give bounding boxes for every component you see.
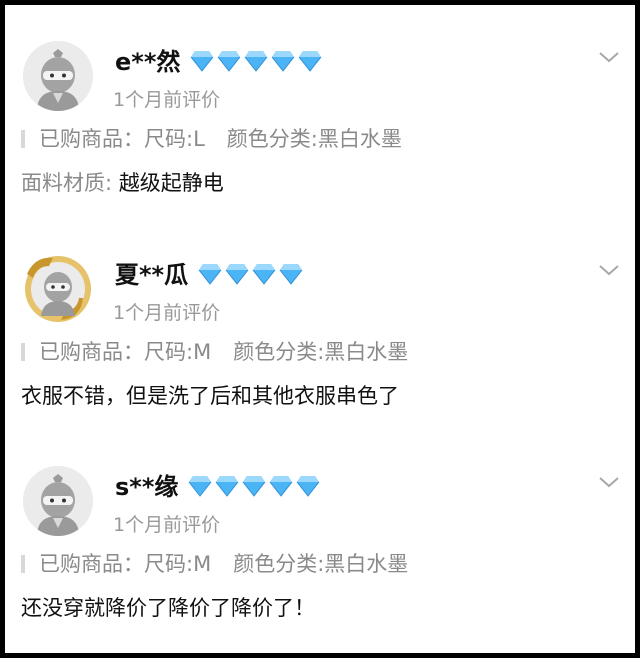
review-date: 1个月前评价 <box>113 302 221 324</box>
content-text: 越级起静电 <box>118 171 224 195</box>
divider-bar <box>21 343 25 361</box>
avatar[interactable] <box>23 254 93 324</box>
default-ninja-avatar-icon <box>23 41 93 111</box>
review-item: s**缘 1个月前评价 已购商品： 尺码:M 颜色分类:黑白水墨 还没穿就降价了… <box>5 430 635 640</box>
diamond-icon <box>188 476 212 497</box>
diamond-icon <box>279 264 303 285</box>
divider-bar <box>21 130 25 148</box>
size-value: 尺码:M <box>144 552 212 576</box>
review-item: e**然 1个月前评价 已购商品： 尺码:L 颜色分类:黑白水墨 面料材质: 越… <box>5 5 635 215</box>
diamond-icon <box>225 264 249 285</box>
purchased-item-info: 已购商品： 尺码:L 颜色分类:黑白水墨 <box>21 124 402 154</box>
review-date: 1个月前评价 <box>113 89 221 111</box>
divider-bar <box>21 555 25 573</box>
size-value: 尺码:L <box>144 127 205 151</box>
diamond-icon <box>190 51 214 72</box>
diamond-icon <box>269 476 293 497</box>
diamond-icon <box>271 51 295 72</box>
purchased-label: 已购商品： <box>39 552 144 576</box>
diamond-icon <box>252 264 276 285</box>
review-date: 1个月前评价 <box>113 514 221 536</box>
diamond-icon <box>198 264 222 285</box>
chevron-down-icon[interactable] <box>597 474 621 490</box>
member-level-badge <box>188 475 320 499</box>
default-ninja-avatar-icon <box>23 466 93 536</box>
review-item: 夏**瓜 1个月前评价 已购商品： 尺码:M 颜色分类:黑白水墨 衣服不错，但是… <box>5 218 635 428</box>
chevron-down-icon[interactable] <box>597 262 621 278</box>
purchased-item-info: 已购商品： 尺码:M 颜色分类:黑白水墨 <box>21 549 408 579</box>
username: e**然 <box>115 48 181 76</box>
content-text: 还没穿就降价了降价了降价了！ <box>21 596 315 620</box>
review-content: 还没穿就降价了降价了降价了！ <box>21 593 315 623</box>
diamond-icon <box>244 51 268 72</box>
review-content: 面料材质: 越级起静电 <box>21 168 224 198</box>
member-level-badge <box>190 50 322 74</box>
review-content: 衣服不错，但是洗了后和其他衣服串色了 <box>21 381 399 411</box>
reviews-panel: e**然 1个月前评价 已购商品： 尺码:L 颜色分类:黑白水墨 面料材质: 越… <box>5 5 635 653</box>
username: s**缘 <box>115 473 179 501</box>
chevron-down-icon[interactable] <box>597 49 621 65</box>
color-value: 颜色分类:黑白水墨 <box>233 340 409 364</box>
color-value: 颜色分类:黑白水墨 <box>226 127 402 151</box>
avatar[interactable] <box>23 466 93 536</box>
avatar[interactable] <box>23 41 93 111</box>
size-value: 尺码:M <box>144 340 212 364</box>
username: 夏**瓜 <box>115 261 189 289</box>
content-label: 面料材质: <box>21 171 119 195</box>
member-level-badge <box>198 263 303 287</box>
gold-frame-ninja-avatar-icon <box>25 256 91 322</box>
diamond-icon <box>242 476 266 497</box>
diamond-icon <box>298 51 322 72</box>
diamond-icon <box>217 51 241 72</box>
purchased-label: 已购商品： <box>39 340 144 364</box>
purchased-label: 已购商品： <box>39 127 144 151</box>
content-text: 衣服不错，但是洗了后和其他衣服串色了 <box>21 384 399 408</box>
color-value: 颜色分类:黑白水墨 <box>233 552 409 576</box>
diamond-icon <box>215 476 239 497</box>
purchased-item-info: 已购商品： 尺码:M 颜色分类:黑白水墨 <box>21 337 408 367</box>
diamond-icon <box>296 476 320 497</box>
